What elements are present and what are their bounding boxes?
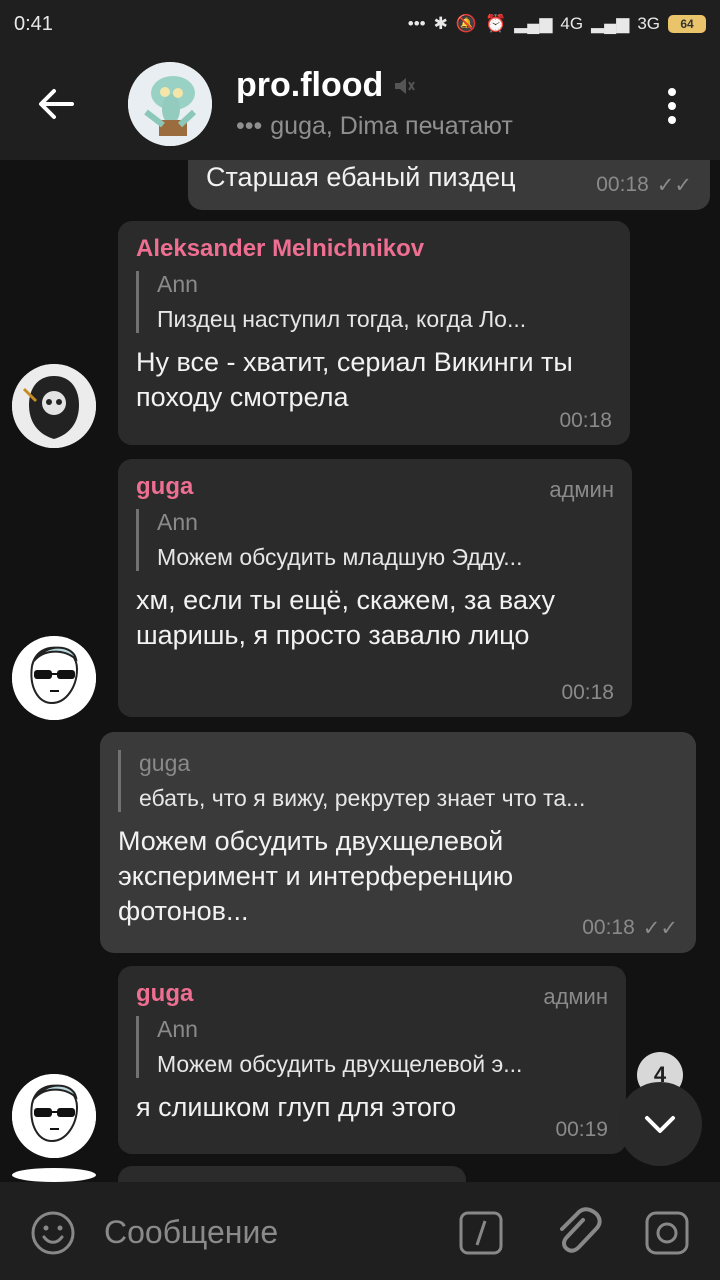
message-time: 00:18 [561, 681, 614, 704]
chevron-down-icon [645, 1116, 675, 1133]
more-vertical-icon[interactable] [660, 84, 684, 128]
sunglasses-person-avatar-icon [12, 636, 96, 720]
message-time: 00:19 [555, 1118, 608, 1141]
status-time: 0:41 [14, 12, 53, 35]
message-bubble-partial[interactable] [118, 1166, 466, 1182]
sender-name[interactable]: guga [136, 473, 614, 501]
message-time: 00:18 [559, 409, 612, 432]
camera-icon[interactable] [644, 1210, 690, 1256]
network-3g-label: 3G [637, 14, 660, 33]
network-4g-label: 4G [560, 14, 584, 33]
signal-icon: ▂▄▆ [514, 14, 553, 33]
paperclip-icon[interactable] [552, 1206, 602, 1256]
reply-author: guga [139, 750, 191, 776]
message-time: 00:18 ✓✓ [596, 173, 692, 198]
reply-preview[interactable]: Ann Пиздец наступил тогда, когда Ло... [136, 271, 612, 333]
reply-text: Пиздец наступил тогда, когда Ло... [157, 306, 527, 332]
chat-header: pro.flood ••• guga, Dima печатают [0, 48, 720, 160]
reply-preview[interactable]: Ann Можем обсудить двухщелевой э... [136, 1016, 608, 1078]
double-check-icon: ✓✓ [642, 917, 678, 940]
reply-text: ебать, что я вижу, рекрутер знает что та… [139, 785, 586, 811]
message-bubble[interactable]: guga админ Ann Можем обсудить двухщелево… [118, 966, 626, 1154]
chat-status: ••• guga, Dima печатают [236, 112, 513, 141]
typing-dots-icon: ••• [236, 112, 263, 140]
arrow-left-icon[interactable] [34, 82, 78, 126]
message-text: я слишком глуп для этого [136, 1092, 457, 1122]
signal-icon-secondary: ▂▄▆ [591, 14, 630, 33]
status-icons: ••• ✱ 🔕 ⏰ ▂▄▆ 4G ▂▄▆ 3G 64 [408, 14, 706, 34]
message-text: Старшая ебаный пиздец [206, 162, 516, 192]
chat-title-text: pro.flood [236, 66, 384, 104]
more-notifications-icon: ••• [407, 14, 426, 33]
scroll-down-button[interactable] [618, 1082, 702, 1166]
muted-speaker-icon [395, 77, 416, 94]
avatar[interactable] [12, 364, 96, 448]
time-text: 00:18 [582, 916, 635, 939]
message-time: 00:18 ✓✓ [582, 916, 678, 941]
admin-label: админ [543, 984, 608, 1009]
slash-command-icon[interactable] [458, 1210, 504, 1256]
reply-preview[interactable]: guga ебать, что я вижу, рекрутер знает ч… [118, 750, 678, 812]
double-check-icon: ✓✓ [656, 174, 692, 197]
chat-title[interactable]: pro.flood [236, 66, 416, 105]
reply-text: Можем обсудить двухщелевой э... [157, 1051, 523, 1077]
avatar[interactable] [12, 1074, 96, 1158]
alarm-icon: ⏰ [485, 14, 507, 33]
reply-author: Ann [157, 271, 198, 297]
message-input[interactable]: Сообщение [104, 1214, 278, 1251]
reply-preview[interactable]: Ann Можем обсудить младшую Эдду... [136, 509, 614, 571]
smile-icon[interactable] [30, 1210, 76, 1256]
message-input-bar: Сообщение [0, 1182, 720, 1280]
message-bubble[interactable]: Aleksander Melnichnikov Ann Пиздец насту… [118, 221, 630, 445]
status-bar: 0:41 ••• ✱ 🔕 ⏰ ▂▄▆ 4G ▂▄▆ 3G 64 [0, 0, 720, 48]
hooded-skull-avatar-icon [12, 364, 96, 448]
message-text: Можем обсудить двухщелевой эксперимент и… [118, 826, 514, 926]
typing-status: guga, Dima печатают [270, 112, 513, 140]
reply-author: Ann [157, 509, 198, 535]
reply-text: Можем обсудить младшую Эдду... [157, 544, 523, 570]
message-bubble[interactable]: Старшая ебаный пиздец 00:18 ✓✓ [188, 160, 710, 210]
message-list[interactable]: Старшая ебаный пиздец 00:18 ✓✓ Aleksande… [0, 160, 720, 1182]
sender-name[interactable]: Aleksander Melnichnikov [136, 235, 612, 263]
battery-indicator: 64 [668, 15, 706, 33]
avatar-partial[interactable] [12, 1168, 96, 1182]
message-bubble[interactable]: guga админ Ann Можем обсудить младшую Эд… [118, 459, 632, 717]
message-text: Ну все - хватит, сериал Викинги ты поход… [136, 347, 573, 412]
reply-author: Ann [157, 1016, 198, 1042]
mute-notifications-icon: 🔕 [455, 14, 478, 33]
admin-label: админ [549, 477, 614, 502]
avatar[interactable] [12, 636, 96, 720]
message-bubble[interactable]: guga ебать, что я вижу, рекрутер знает ч… [100, 732, 696, 953]
chat-avatar[interactable] [128, 62, 212, 146]
sunglasses-person-avatar-icon [12, 1074, 96, 1158]
squidward-avatar-icon [128, 62, 212, 146]
sender-name[interactable]: guga [136, 980, 608, 1008]
bluetooth-icon: ✱ [433, 14, 448, 33]
message-text: хм, если ты ещё, скажем, за ваху шаришь,… [136, 585, 555, 650]
time-text: 00:18 [596, 173, 649, 196]
